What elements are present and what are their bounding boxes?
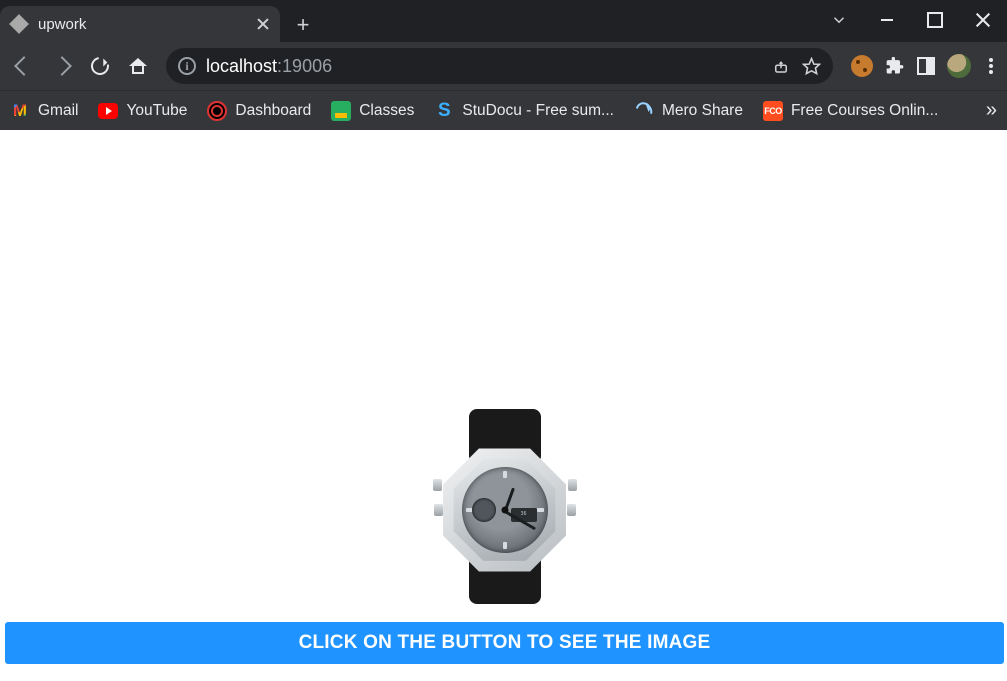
dial-marker <box>503 542 507 549</box>
fco-icon: FCO <box>763 101 783 121</box>
product-image: G-SHOCK 36 <box>430 409 580 604</box>
arrow-left-icon <box>14 56 34 76</box>
bookmark-label: YouTube <box>126 102 187 120</box>
reload-icon <box>87 53 112 78</box>
dial-marker <box>537 508 544 512</box>
bookmark-label: Gmail <box>38 102 78 120</box>
url-port: :19006 <box>277 56 332 77</box>
bookmark-label: StuDocu - Free sum... <box>462 102 614 120</box>
meroshare-icon <box>634 101 654 121</box>
close-tab-icon[interactable] <box>256 17 270 31</box>
browser-chrome: upwork + localhost:19006 <box>0 0 1007 130</box>
bookmark-meroshare[interactable]: Mero Share <box>634 101 743 121</box>
watch-bezel: G-SHOCK 36 <box>452 457 558 563</box>
share-icon <box>772 57 790 75</box>
plus-icon: + <box>297 14 310 36</box>
home-button[interactable] <box>122 50 154 82</box>
extensions-button[interactable] <box>885 56 905 76</box>
watch-dial: 36 <box>462 467 548 553</box>
page-content: G-SHOCK 36 <box>5 130 1004 664</box>
dial-marker <box>503 471 507 478</box>
star-icon <box>802 57 821 76</box>
show-image-button[interactable]: CLICK ON THE BUTTON TO SEE THE IMAGE <box>5 622 1004 664</box>
window-controls <box>815 0 1007 40</box>
navigation-bar: localhost:19006 <box>0 42 1007 90</box>
bookmark-freecourses[interactable]: FCO Free Courses Onlin... <box>763 101 938 121</box>
tab-favicon <box>10 15 28 33</box>
button-label: CLICK ON THE BUTTON TO SEE THE IMAGE <box>299 632 711 654</box>
watch-digital-value: 36 <box>520 512 526 518</box>
address-bar[interactable]: localhost:19006 <box>166 48 833 84</box>
site-info-icon[interactable] <box>178 57 196 75</box>
studocu-icon: S <box>434 101 454 121</box>
watch-center <box>501 507 508 514</box>
chevron-down-icon <box>830 11 848 29</box>
puzzle-icon <box>885 56 905 76</box>
extension-cookie-icon[interactable] <box>851 55 873 77</box>
url-host: localhost <box>206 56 277 77</box>
bookmark-youtube[interactable]: YouTube <box>98 101 187 121</box>
profile-avatar[interactable] <box>947 54 971 78</box>
back-button[interactable] <box>8 50 40 82</box>
bookmark-label: Dashboard <box>235 102 311 120</box>
bookmark-dashboard[interactable]: Dashboard <box>207 101 311 121</box>
gmail-icon: M <box>10 101 30 121</box>
home-icon <box>129 58 147 74</box>
watch-button-tr <box>568 479 577 491</box>
page-viewport: G-SHOCK 36 <box>0 130 1007 681</box>
bookmark-label: Mero Share <box>662 102 743 120</box>
tab-strip: upwork + <box>0 0 1007 42</box>
new-tab-button[interactable]: + <box>286 8 320 42</box>
bookmark-label: Free Courses Onlin... <box>791 102 938 120</box>
reload-button[interactable] <box>84 50 116 82</box>
bookmark-label: Classes <box>359 102 414 120</box>
watch-case: G-SHOCK 36 <box>441 446 569 574</box>
window-maximize-button[interactable] <box>911 0 959 40</box>
image-area: G-SHOCK 36 <box>5 130 1004 622</box>
tab-search-button[interactable] <box>815 0 863 40</box>
bookmark-gmail[interactable]: M Gmail <box>10 101 78 121</box>
bookmark-classes[interactable]: Classes <box>331 101 414 121</box>
youtube-icon <box>98 101 118 121</box>
dashboard-icon <box>207 101 227 121</box>
chrome-menu-button[interactable] <box>983 55 999 77</box>
bookmarks-bar: M Gmail YouTube Dashboard Classes S StuD… <box>0 90 1007 130</box>
watch-button-tl <box>433 479 442 491</box>
arrow-right-icon <box>52 56 72 76</box>
classes-icon <box>331 101 351 121</box>
bookmark-star-button[interactable] <box>801 56 821 76</box>
forward-button[interactable] <box>46 50 78 82</box>
tab-title: upwork <box>38 16 256 33</box>
active-tab[interactable]: upwork <box>0 6 280 42</box>
share-button[interactable] <box>771 56 791 76</box>
watch-button-bl <box>434 504 443 516</box>
bookmarks-overflow-button[interactable]: » <box>986 99 997 122</box>
watch-subdial <box>472 498 496 522</box>
window-minimize-button[interactable] <box>863 0 911 40</box>
watch-button-br <box>567 504 576 516</box>
window-close-button[interactable] <box>959 0 1007 40</box>
url-text: localhost:19006 <box>206 56 332 77</box>
side-panel-button[interactable] <box>917 57 935 75</box>
bookmark-studocu[interactable]: S StuDocu - Free sum... <box>434 101 614 121</box>
toolbar-right <box>851 54 999 78</box>
